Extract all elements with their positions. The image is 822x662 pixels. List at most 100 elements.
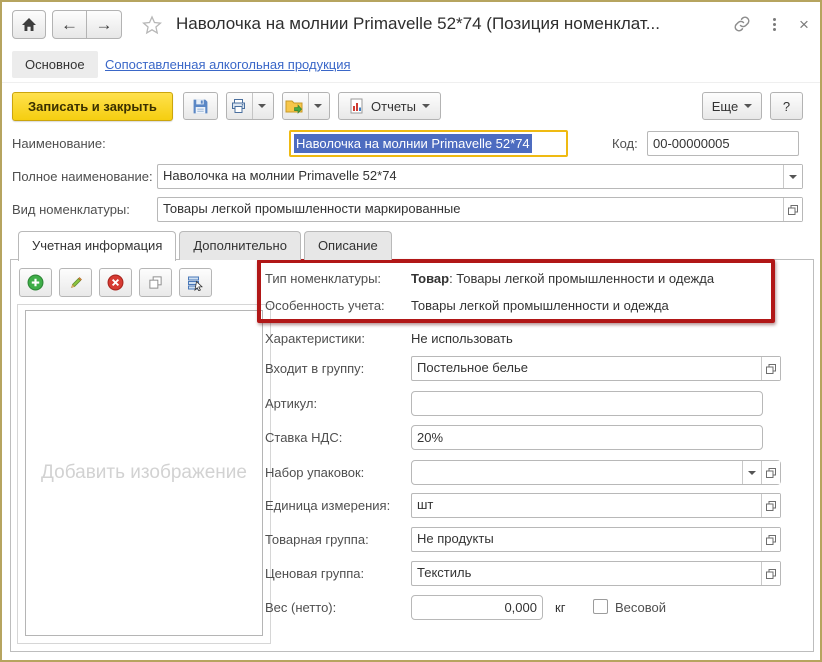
product-group-value: Не продукты <box>417 531 494 546</box>
group-open-button[interactable] <box>761 357 780 380</box>
copy-icon <box>148 275 163 290</box>
unit-value: шт <box>417 497 434 512</box>
unit-input[interactable]: шт <box>411 493 781 518</box>
tab-panel: Добавить изображение Тип номенклатуры: Т… <box>10 259 814 652</box>
type-value-rest: : Товары легкой промышленности и одежда <box>449 271 715 286</box>
forward-button[interactable]: → <box>87 10 122 39</box>
article-input[interactable] <box>411 391 763 416</box>
kind-input[interactable]: Товары легкой промышленности маркированн… <box>157 197 803 222</box>
edit-image-button[interactable] <box>59 268 92 297</box>
back-button[interactable]: ← <box>52 10 87 39</box>
image-dropzone[interactable]: Добавить изображение <box>25 310 263 636</box>
attach-dropdown[interactable] <box>308 93 327 119</box>
open-value-icon <box>766 568 776 579</box>
pick-from-list-icon <box>187 275 204 291</box>
copy-link-icon <box>733 15 751 33</box>
open-value-icon <box>766 534 776 545</box>
open-value-icon <box>766 500 776 511</box>
packaging-value <box>412 461 742 484</box>
copy-image-button[interactable] <box>139 268 172 297</box>
app-window: ← → Наволочка на молнии Primavelle 52*74… <box>0 0 822 662</box>
tab-additional[interactable]: Дополнительно <box>179 231 301 260</box>
pick-image-button[interactable] <box>179 268 212 297</box>
weighted-label: Весовой <box>615 600 667 615</box>
open-value-icon <box>766 363 776 374</box>
help-button[interactable]: ? <box>770 92 803 120</box>
full-name-input[interactable]: Наволочка на молнии Primavelle 52*74 <box>157 164 803 189</box>
image-group-box: Добавить изображение <box>17 304 271 644</box>
full-name-label: Полное наименование: <box>12 169 153 184</box>
accounting-row: Особенность учета: Товары легкой промышл… <box>265 293 805 318</box>
print-icon <box>230 98 247 114</box>
delete-image-button[interactable] <box>99 268 132 297</box>
close-button[interactable]: × <box>792 12 816 36</box>
product-group-input[interactable]: Не продукты <box>411 527 781 552</box>
more-kebab-icon <box>772 17 776 31</box>
tab-matched-alcohol-link[interactable]: Сопоставленная алкогольная продукция <box>105 57 351 72</box>
full-name-value: Наволочка на молнии Primavelle 52*74 <box>163 168 397 183</box>
attach-file-button[interactable] <box>282 92 330 120</box>
favorite-button[interactable] <box>140 13 164 37</box>
accounting-label: Особенность учета: <box>265 298 385 313</box>
characteristics-row: Характеристики: Не использовать <box>265 326 805 351</box>
characteristics-label: Характеристики: <box>265 331 366 346</box>
forward-icon: → <box>95 14 113 34</box>
kind-open-button[interactable] <box>783 198 802 221</box>
title-bar: ← → Наволочка на молнии Primavelle 52*74… <box>2 8 820 42</box>
save-and-close-button[interactable]: Записать и закрыть <box>12 92 173 121</box>
page-title: Наволочка на молнии Primavelle 52*74 (По… <box>176 14 660 33</box>
kind-value: Товары легкой промышленности маркированн… <box>163 201 461 216</box>
add-icon <box>27 274 44 291</box>
full-name-dropdown-button[interactable] <box>783 165 802 188</box>
weight-input[interactable] <box>411 595 543 620</box>
group-value: Постельное белье <box>417 360 528 375</box>
tab-main[interactable]: Основное <box>12 51 98 78</box>
image-toolbar <box>19 268 212 297</box>
tab-strip: Учетная информация Дополнительно Описани… <box>18 231 395 261</box>
attach-folder-icon <box>285 98 303 114</box>
history-nav-group: ← → <box>52 10 122 39</box>
print-button[interactable] <box>226 92 274 120</box>
name-input[interactable]: Наволочка на молнии Primavelle 52*74 <box>289 130 568 157</box>
group-input[interactable]: Постельное белье <box>411 356 781 381</box>
price-group-open-button[interactable] <box>761 562 780 585</box>
type-row: Тип номенклатуры: Товар: Товары легкой п… <box>265 266 805 291</box>
dropdown-arrow-icon <box>748 470 756 475</box>
tab-accounting-info[interactable]: Учетная информация <box>18 231 177 261</box>
code-label: Код: <box>612 136 638 151</box>
product-group-open-button[interactable] <box>761 528 780 551</box>
price-group-input[interactable]: Текстиль <box>411 561 781 586</box>
name-label: Наименование: <box>12 136 106 151</box>
image-placeholder-text: Добавить изображение <box>41 462 247 483</box>
unit-open-button[interactable] <box>761 494 780 517</box>
vat-input[interactable] <box>411 425 763 450</box>
more-button[interactable]: Еще <box>702 92 762 120</box>
close-icon: × <box>799 14 809 34</box>
add-image-button[interactable] <box>19 268 52 297</box>
kind-label: Вид номенклатуры: <box>12 202 130 217</box>
more-actions-button[interactable] <box>762 12 786 36</box>
price-group-label: Ценовая группа: <box>265 566 365 581</box>
packaging-dropdown-button[interactable] <box>742 461 761 484</box>
home-button[interactable] <box>12 10 46 39</box>
packaging-input[interactable] <box>411 460 781 485</box>
save-icon <box>192 98 209 115</box>
save-button[interactable] <box>183 92 218 120</box>
packaging-label: Набор упаковок: <box>265 465 365 480</box>
print-dropdown[interactable] <box>251 93 271 119</box>
name-input-selected-text: Наволочка на молнии Primavelle 52*74 <box>294 134 532 153</box>
delete-icon <box>107 274 124 291</box>
vat-label: Ставка НДС: <box>265 430 343 445</box>
copy-link-button[interactable] <box>730 12 754 36</box>
home-icon <box>21 17 37 32</box>
open-value-icon <box>787 204 799 216</box>
back-icon: ← <box>61 14 78 34</box>
help-label: ? <box>782 98 791 114</box>
accounting-value: Товары легкой промышленности и одежда <box>411 298 669 313</box>
reports-button[interactable]: Отчеты <box>338 92 441 120</box>
article-label: Артикул: <box>265 396 318 411</box>
packaging-open-button[interactable] <box>761 461 780 484</box>
weighted-checkbox[interactable] <box>593 599 608 614</box>
tab-description[interactable]: Описание <box>303 231 392 260</box>
code-input[interactable] <box>647 131 799 156</box>
